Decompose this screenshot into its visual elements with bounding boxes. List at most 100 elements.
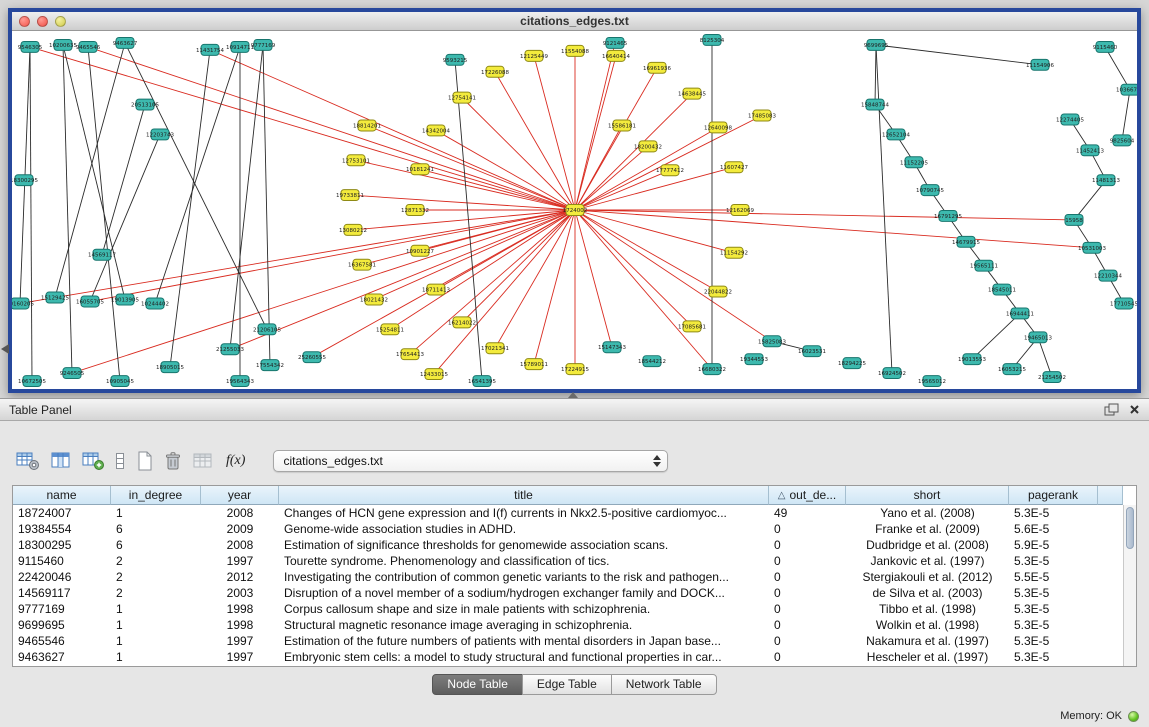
graph-node[interactable]: 18300295 [12,175,38,186]
cell-year[interactable]: 1997 [201,554,279,568]
close-window-icon[interactable] [19,16,30,27]
graph-node[interactable]: 17654413 [396,349,424,360]
graph-edge[interactable] [876,45,892,373]
graph-node[interactable]: 17710545 [1110,298,1137,309]
cell-short[interactable]: Dudbridge et al. (2008) [846,538,1009,552]
cell-year[interactable]: 2008 [201,506,279,520]
cell-year[interactable]: 1997 [201,650,279,664]
function-icon[interactable]: f(x) [224,453,247,469]
graph-node[interactable]: 18200432 [634,141,662,152]
graph-node[interactable]: 11452413 [1076,145,1104,156]
memory-status-icon[interactable] [1128,711,1139,722]
graph-node[interactable]: 17085681 [678,321,706,332]
cell-title[interactable]: Tourette syndrome. Phenomenology and cla… [279,554,769,568]
column-header-name[interactable]: name [13,486,111,505]
close-panel-icon[interactable] [1129,404,1140,415]
float-window-icon[interactable] [1104,403,1119,416]
graph-node[interactable]: 9699695 [864,39,888,50]
graph-node[interactable]: 15254811 [376,324,404,335]
import-table-icon[interactable] [192,451,214,471]
graph-node[interactable]: 10366732 [1116,84,1137,95]
graph-node[interactable]: 19565111 [970,260,998,271]
table-row[interactable]: 1872400712008Changes of HCN gene express… [13,505,1123,521]
cell-title[interactable]: Estimation of the future numbers of pati… [279,634,769,648]
graph-edge[interactable] [575,210,772,341]
graph-edge[interactable] [230,45,263,349]
graph-node[interactable]: 12753101 [342,155,370,166]
graph-node[interactable]: 21254502 [1038,372,1066,383]
cell-year[interactable]: 2009 [201,522,279,536]
cell-year[interactable]: 1997 [201,634,279,648]
graph-edge[interactable] [575,210,712,369]
column-header-in-degree[interactable]: in_degree [111,486,201,505]
graph-node[interactable]: 15129425 [41,292,69,303]
cell-pagerank[interactable]: 5.3E-5 [1009,650,1098,664]
graph-node[interactable]: 17485083 [748,110,776,121]
cell-out-de-[interactable]: 0 [769,538,846,552]
graph-node[interactable]: 12652104 [882,129,910,140]
cell-short[interactable]: Wolkin et al. (1998) [846,618,1009,632]
graph-node[interactable]: 12433015 [420,369,448,380]
graph-node[interactable]: 10200635 [49,39,77,50]
graph-node[interactable]: 9465546 [76,41,101,52]
graph-node[interactable]: 9121465 [603,37,627,48]
cell-pagerank[interactable]: 5.3E-5 [1009,634,1098,648]
graph-edge[interactable] [55,43,125,298]
cell-pagerank[interactable]: 5.5E-5 [1009,570,1098,584]
graph-edge[interactable] [575,125,622,210]
graph-node[interactable]: 16961936 [643,62,671,73]
graph-node[interactable]: 10181241 [406,164,434,175]
graph-node[interactable]: 19733811 [336,190,364,201]
graph-edge[interactable] [1122,90,1130,141]
graph-edge[interactable] [125,43,267,329]
graph-node[interactable]: 19013553 [958,354,986,365]
cell-in-degree[interactable]: 1 [111,618,201,632]
cell-pagerank[interactable]: 5.3E-5 [1009,618,1098,632]
graph-edge[interactable] [170,50,210,367]
cell-title[interactable]: Structural magnetic resonance image aver… [279,618,769,632]
cell-year[interactable]: 2003 [201,586,279,600]
cell-name[interactable]: 9465546 [13,634,111,648]
graph-node[interactable]: 10672505 [18,376,46,387]
window-titlebar[interactable]: citations_edges.txt [12,12,1137,31]
graph-node[interactable]: 10244402 [141,298,169,309]
cell-title[interactable]: Corpus callosum shape and size in male p… [279,602,769,616]
cell-title[interactable]: Changes of HCN gene expression and I(f) … [279,506,769,520]
graph-edge[interactable] [90,134,160,301]
column-header-year[interactable]: year [201,486,279,505]
graph-node[interactable]: 10905045 [106,376,134,387]
tab-edge-table[interactable]: Edge Table [522,674,612,695]
graph-node[interactable]: 9777169 [251,39,276,50]
cell-short[interactable]: Hescheler et al. (1997) [846,650,1009,664]
graph-node[interactable]: 21206105 [253,324,281,335]
graph-node[interactable]: 12210344 [1094,270,1122,281]
table-settings-icon[interactable] [16,451,40,471]
graph-edge[interactable] [575,56,616,210]
column-header-title[interactable]: title [279,486,769,505]
graph-node[interactable]: 8125304 [700,34,725,45]
delete-icon[interactable] [164,451,182,471]
graph-node[interactable]: 16680322 [698,364,726,375]
graph-node[interactable]: 11154906 [1026,59,1054,70]
column-header-pagerank[interactable]: pagerank [1009,486,1098,505]
graph-node[interactable]: 16791295 [934,210,962,221]
cell-name[interactable]: 9699695 [13,618,111,632]
table-row[interactable]: 1830029562008Estimation of significance … [13,537,1123,553]
graph-edge[interactable] [575,210,1092,248]
cell-in-degree[interactable]: 2 [111,586,201,600]
graph-edge[interactable] [575,210,734,253]
cell-name[interactable]: 14569117 [13,586,111,600]
graph-node[interactable]: 9593215 [443,54,467,65]
cell-year[interactable]: 1998 [201,602,279,616]
cell-out-de-[interactable]: 0 [769,634,846,648]
graph-edge[interactable] [575,210,718,292]
graph-node[interactable]: 15147343 [598,342,626,353]
graph-node[interactable]: 19344553 [740,354,768,365]
table-row[interactable]: 911546021997Tourette syndrome. Phenomeno… [13,553,1123,569]
zoom-window-icon[interactable] [55,16,66,27]
collapse-panel-arrow-icon[interactable] [1,344,9,354]
cell-out-de-[interactable]: 0 [769,586,846,600]
graph-node[interactable]: 18021432 [360,294,388,305]
cell-in-degree[interactable]: 2 [111,570,201,584]
graph-edge[interactable] [575,43,615,210]
